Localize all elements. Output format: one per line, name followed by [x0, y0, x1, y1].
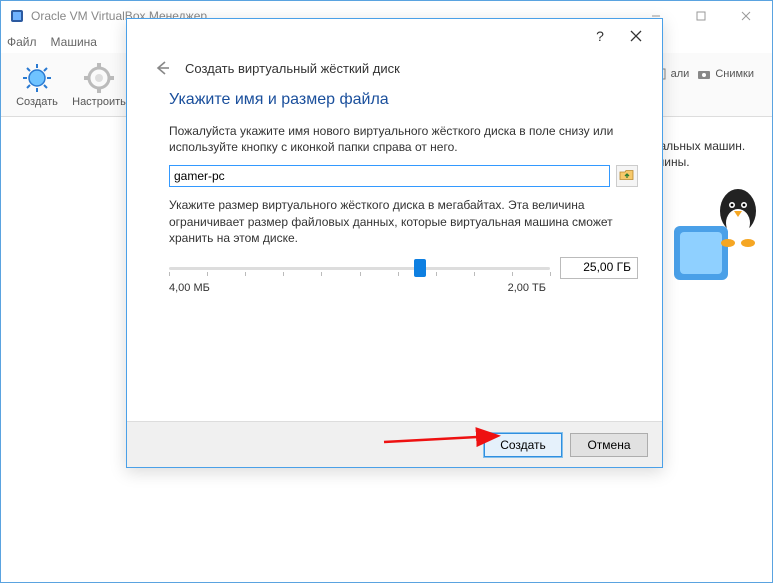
dialog-titlebar: ?: [127, 19, 662, 53]
dialog-header-title: Создать виртуальный жёсткий диск: [185, 61, 400, 76]
size-value-box[interactable]: 25,00 ГБ: [560, 257, 638, 279]
slider-labels: 4,00 МБ 2,00 ТБ: [169, 282, 638, 294]
tab-snapshots[interactable]: Снимки: [697, 67, 754, 81]
dialog-header: Создать виртуальный жёсткий диск: [151, 57, 638, 79]
welcome-text-partial: туальных машин. ашины.: [648, 139, 768, 169]
dialog-footer: Создать Отмена: [127, 421, 662, 467]
section-title: Укажите имя и размер файла: [169, 91, 638, 109]
create-disk-dialog: ? Создать виртуальный жёсткий диск Укажи…: [126, 18, 663, 468]
create-button[interactable]: Создать: [484, 433, 562, 457]
dialog-body: Создать виртуальный жёсткий диск Укажите…: [127, 53, 662, 423]
slider-thumb[interactable]: [414, 259, 426, 277]
folder-up-icon: [619, 167, 635, 186]
size-slider[interactable]: [169, 256, 550, 280]
toolbar-settings[interactable]: Настроить: [71, 62, 127, 108]
slider-max-label: 2,00 ТБ: [508, 282, 546, 294]
sun-icon: [21, 62, 53, 94]
right-tabs: али Снимки: [647, 61, 760, 87]
dialog-close-button[interactable]: [618, 22, 654, 50]
help-button[interactable]: ?: [582, 22, 618, 50]
menu-machine[interactable]: Машина: [51, 35, 97, 49]
menu-file[interactable]: Файл: [7, 35, 37, 49]
filename-row: [169, 165, 638, 187]
app-icon: [9, 8, 25, 24]
welcome-mascot: [668, 171, 768, 291]
filename-help-text: Пожалуйста укажите имя нового виртуально…: [169, 123, 638, 155]
toolbar-create-label: Создать: [16, 96, 58, 108]
close-button[interactable]: [723, 2, 768, 30]
gear-icon: [83, 62, 115, 94]
slider-min-label: 4,00 МБ: [169, 282, 210, 294]
browse-folder-button[interactable]: [616, 165, 638, 187]
size-slider-row: 25,00 ГБ: [169, 256, 638, 280]
back-arrow-icon[interactable]: [151, 57, 173, 79]
toolbar-create[interactable]: Создать: [9, 62, 65, 108]
size-help-text: Укажите размер виртуального жёсткого дис…: [169, 197, 638, 246]
filename-input[interactable]: [169, 165, 610, 187]
maximize-button[interactable]: [678, 2, 723, 30]
cancel-button[interactable]: Отмена: [570, 433, 648, 457]
toolbar-settings-label: Настроить: [72, 96, 126, 108]
